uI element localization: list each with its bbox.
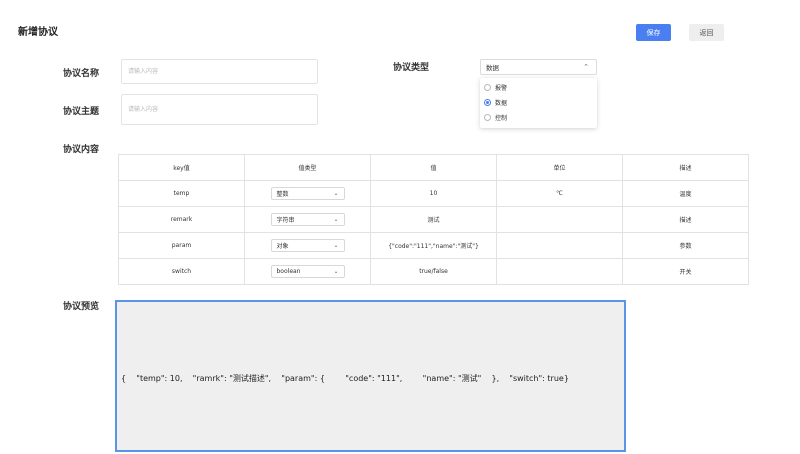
protocol-type-select[interactable]: 数据 ⌃ [480, 59, 597, 75]
cell-value: true/false [370, 258, 497, 285]
table-header-row: key值 值类型 值 单位 描述 [118, 154, 749, 181]
chevron-down-icon: ⌄ [333, 268, 339, 275]
value-type-label: 整数 [276, 191, 289, 198]
cell-key: remark [118, 206, 245, 233]
cell-unit: ℃ [496, 180, 623, 207]
type-option-label: 数据 [495, 99, 508, 107]
value-type-label: 对象 [276, 243, 289, 250]
cell-type: 对象 ⌄ [244, 232, 371, 259]
protocol-content-label: 协议内容 [63, 145, 100, 155]
type-option-label: 控制 [495, 114, 508, 122]
chevron-up-icon: ⌃ [583, 63, 589, 71]
value-type-select[interactable]: 整数 ⌄ [270, 187, 345, 200]
chevron-down-icon: ⌄ [333, 216, 339, 223]
protocol-name-label: 协议名称 [63, 69, 100, 79]
cell-desc: 温度 [622, 180, 749, 207]
radio-icon [484, 83, 491, 91]
back-button[interactable]: 返回 [689, 24, 724, 41]
protocol-topic-input[interactable] [121, 94, 318, 125]
cell-unit [496, 232, 623, 259]
cell-desc: 描述 [622, 206, 749, 233]
value-type-label: boolean [276, 268, 301, 275]
cell-key: switch [118, 258, 245, 285]
radio-icon [484, 113, 491, 121]
cell-type: boolean ⌄ [244, 258, 371, 285]
cell-unit [496, 206, 623, 233]
protocol-type-dropdown: 报警 数据 控制 [480, 78, 597, 128]
cell-type: 字符串 ⌄ [244, 206, 371, 233]
cell-key: temp [118, 180, 245, 207]
protocol-preview-label: 协议预览 [63, 302, 100, 312]
value-type-select[interactable]: boolean ⌄ [270, 265, 345, 278]
column-header-unit: 单位 [496, 154, 623, 181]
cell-value: 10 [370, 180, 497, 207]
chevron-down-icon: ⌄ [333, 190, 339, 197]
protocol-type-label: 协议类型 [393, 63, 430, 73]
cell-unit [496, 258, 623, 285]
radio-checked-icon [484, 98, 491, 106]
type-option-control[interactable]: 控制 [484, 111, 507, 123]
column-header-desc: 描述 [622, 154, 749, 181]
table-row: param 对象 ⌄ {"code":"111","name":"测试"} 参数 [118, 232, 749, 259]
save-button[interactable]: 保存 [636, 24, 671, 41]
protocol-content-table: key值 值类型 值 单位 描述 temp 整数 ⌄ 10 ℃ 温度 remark… [118, 154, 749, 285]
page-title: 新增协议 [18, 27, 58, 38]
table-row: temp 整数 ⌄ 10 ℃ 温度 [118, 180, 749, 207]
type-option-label: 报警 [495, 84, 508, 92]
type-option-data[interactable]: 数据 [484, 96, 507, 108]
protocol-topic-label: 协议主题 [63, 107, 100, 117]
cell-key: param [118, 232, 245, 259]
cell-type: 整数 ⌄ [244, 180, 371, 207]
column-header-value: 值 [370, 154, 497, 181]
value-type-select[interactable]: 字符串 ⌄ [270, 213, 345, 226]
value-type-label: 字符串 [276, 217, 295, 224]
value-type-select[interactable]: 对象 ⌄ [270, 239, 345, 252]
table-row: remark 字符串 ⌄ 测试 描述 [118, 206, 749, 233]
cell-value: 测试 [370, 206, 497, 233]
protocol-preview-box[interactable]: { "temp": 10, "ramrk": "测试描述", "param": … [115, 300, 626, 452]
protocol-type-value: 数据 [486, 64, 499, 72]
cell-desc: 开关 [622, 258, 749, 285]
type-option-alarm[interactable]: 报警 [484, 81, 507, 93]
preview-json-text: { "temp": 10, "ramrk": "测试描述", "param": … [121, 374, 569, 383]
chevron-down-icon: ⌄ [333, 242, 339, 249]
protocol-name-input[interactable] [121, 59, 318, 84]
table-row: switch boolean ⌄ true/false 开关 [118, 258, 749, 285]
cell-desc: 参数 [622, 232, 749, 259]
column-header-type: 值类型 [244, 154, 371, 181]
column-header-key: key值 [118, 154, 245, 181]
cell-value: {"code":"111","name":"测试"} [370, 232, 497, 259]
